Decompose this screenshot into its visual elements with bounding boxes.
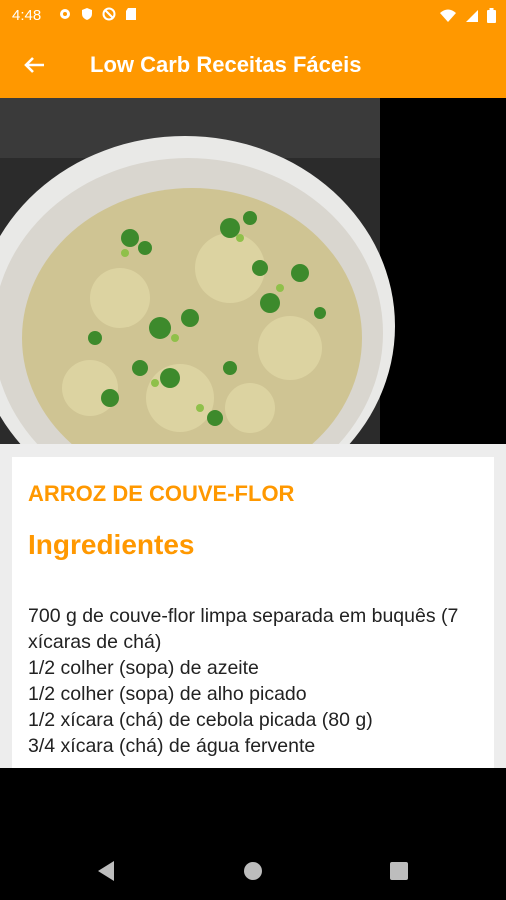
app-bar: Low Carb Receitas Fáceis <box>0 32 506 98</box>
gear-icon <box>58 7 72 21</box>
sd-card-icon <box>124 7 138 21</box>
ingredient-item: 700 g de couve-flor limpa separada em bu… <box>28 605 459 653</box>
nav-back-button[interactable] <box>96 860 116 887</box>
status-left-icons <box>58 7 138 21</box>
nav-home-button[interactable] <box>244 862 262 880</box>
ingredients-list: 700 g de couve-flor limpa separada em bu… <box>28 603 468 759</box>
recipe-image <box>0 98 506 444</box>
ingredient-item: 1/2 colher (sopa) de alho picado <box>28 683 307 705</box>
wifi-icon <box>439 9 457 28</box>
app-title: Low Carb Receitas Fáceis <box>90 52 362 77</box>
status-bar: 4:48 <box>0 0 506 32</box>
back-button[interactable] <box>20 50 50 80</box>
ingredient-item: 3/4 xícara (chá) de água fervente <box>28 735 316 757</box>
bottom-area <box>0 768 506 900</box>
status-time: 4:48 <box>12 7 42 24</box>
battery-icon <box>487 8 496 28</box>
ingredient-item: 1/2 colher (sopa) de azeite <box>28 657 259 679</box>
shield-icon <box>80 7 94 21</box>
arrow-back-icon <box>24 57 44 73</box>
status-right-icons <box>439 8 496 28</box>
ingredient-item: 1/2 xícara (chá) de cebola picada (80 g) <box>28 709 373 731</box>
signal-icon <box>465 9 479 28</box>
recipe-card: ARROZ DE COUVE-FLOR Ingredientes 700 g d… <box>12 457 494 768</box>
no-sync-icon <box>102 7 116 21</box>
nav-recents-button[interactable] <box>390 862 408 880</box>
nav-back-icon <box>98 861 114 881</box>
recipe-title: ARROZ DE COUVE-FLOR <box>28 481 295 506</box>
ingredients-heading: Ingredientes <box>28 529 195 560</box>
